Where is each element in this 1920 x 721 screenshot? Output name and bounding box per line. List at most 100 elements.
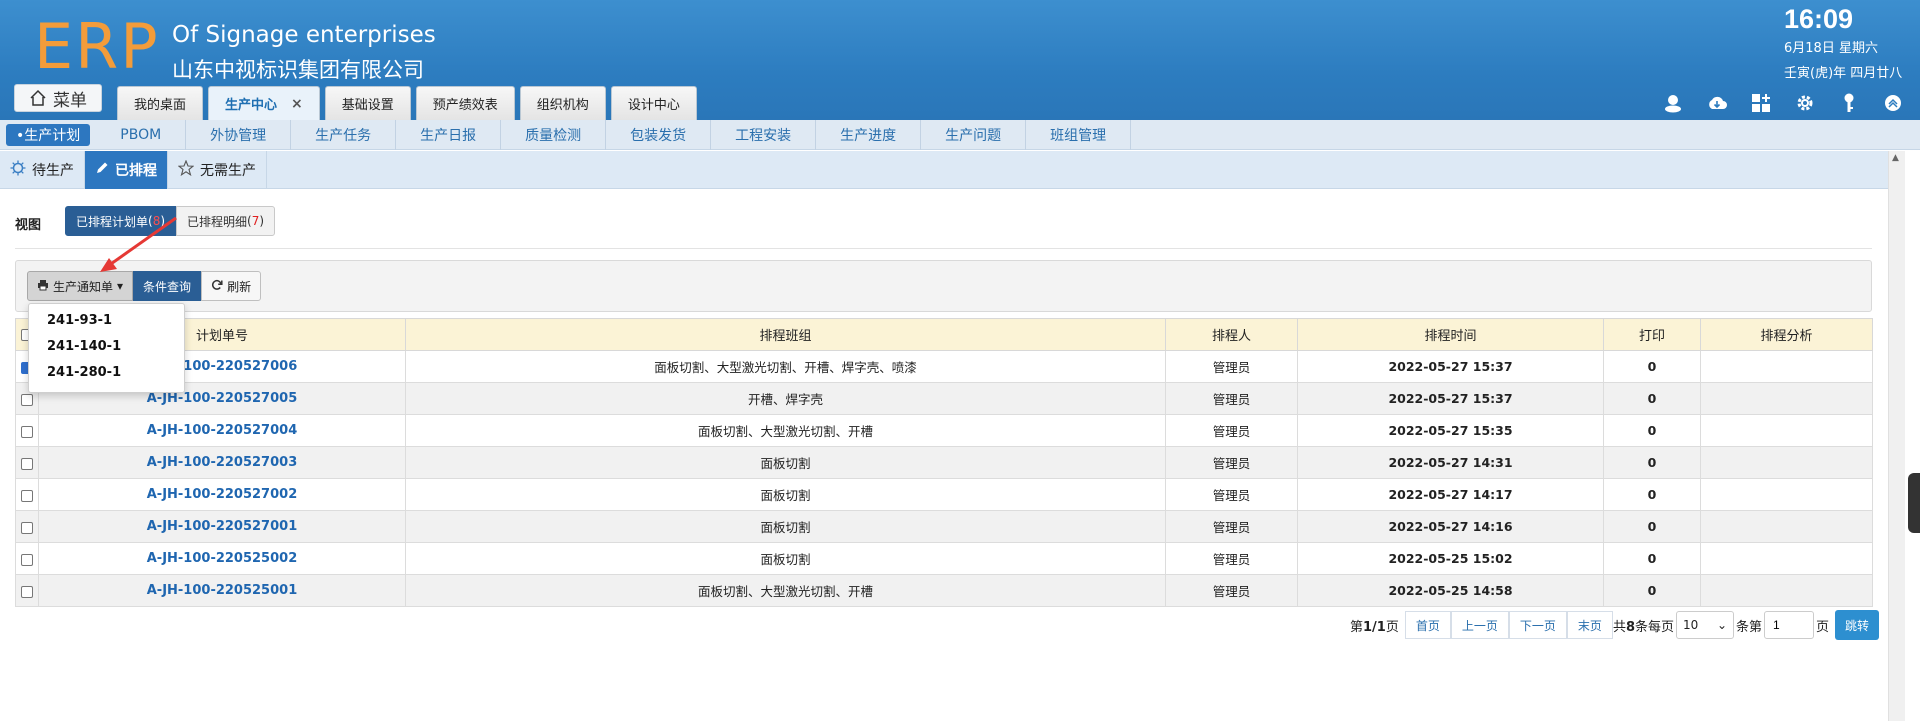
subnav-installation[interactable]: 工程安装 [711, 119, 817, 150]
tab-basic-settings[interactable]: 基础设置 [324, 86, 411, 120]
page-size-select[interactable]: 10 ⌄ [1676, 611, 1735, 639]
company-name-cn: 山东中视标识集团有限公司 [172, 58, 424, 82]
dropdown-item[interactable]: 241-280-1 [29, 360, 184, 386]
button-label: 生产通知单 [53, 279, 114, 294]
analysis-cell [1700, 510, 1873, 543]
side-drawer-handle[interactable] [1908, 473, 1920, 533]
key-icon[interactable] [1838, 92, 1860, 114]
tab-label: 生产中心 [225, 98, 278, 113]
close-icon[interactable]: × [291, 96, 303, 112]
plan-number-link[interactable]: A-JH-100-220525001 [38, 574, 406, 607]
subnav-outsourcing[interactable]: 外协管理 [186, 119, 292, 150]
plan-number-link[interactable]: A-JH-100-220527001 [38, 510, 406, 543]
row-select-cell[interactable] [15, 478, 39, 511]
goto-page-input[interactable] [1764, 611, 1815, 639]
subnav-progress[interactable]: 生产进度 [816, 119, 922, 150]
gear-icon[interactable] [1794, 92, 1816, 114]
scheduler-cell: 管理员 [1165, 382, 1298, 415]
table-row[interactable]: A-JH-100-220525002 面板切割 管理员 2022-05-25 1… [15, 542, 1873, 575]
cloud-icon[interactable] [1706, 92, 1728, 114]
subnav-team-management[interactable]: 班组管理 [1026, 119, 1132, 150]
print-count-cell: 0 [1603, 574, 1701, 607]
last-page-button[interactable]: 末页 [1566, 611, 1613, 639]
grid-add-icon[interactable] [1750, 92, 1772, 114]
table-row[interactable]: A-JH-100-220527006 面板切割、大型激光切割、开槽、焊字壳、喷漆… [15, 350, 1873, 383]
row-select-cell[interactable] [15, 414, 39, 447]
refresh-button[interactable]: 刷新 [201, 271, 262, 301]
tab-production-center[interactable]: 生产中心 × [208, 86, 320, 120]
subnav-packing-shipping[interactable]: 包装发货 [606, 119, 712, 150]
tab-no-production-needed[interactable]: 无需生产 [168, 151, 267, 189]
subnav-pbom[interactable]: PBOM [96, 119, 187, 150]
schedule-time-cell: 2022-05-27 15:35 [1297, 414, 1604, 447]
tab-organization[interactable]: 组织机构 [519, 86, 606, 120]
table-row[interactable]: A-JH-100-220527001 面板切割 管理员 2022-05-27 1… [15, 510, 1873, 543]
scroll-up-arrow[interactable]: ▲ [1892, 153, 1899, 163]
pencil-icon [95, 161, 109, 179]
dropdown-item[interactable]: 241-93-1 [29, 308, 184, 334]
schedule-time-cell: 2022-05-27 14:17 [1297, 478, 1604, 511]
row-checkbox[interactable] [21, 425, 33, 438]
view-toggle-group: 已排程计划单(8) 已排程明细(7) [65, 206, 276, 236]
view-scheduled-details-button[interactable]: 已排程明细(7) [176, 206, 276, 236]
schedule-time-cell: 2022-05-25 15:02 [1297, 542, 1604, 575]
main-menu-button[interactable]: 菜单 [14, 84, 102, 112]
dropdown-item[interactable]: 241-140-1 [29, 334, 184, 360]
analysis-cell [1700, 382, 1873, 415]
column-header[interactable]: 排程班组 [405, 318, 1166, 351]
row-checkbox[interactable] [21, 521, 33, 534]
plan-number-link[interactable]: A-JH-100-220527002 [38, 478, 406, 511]
subnav-production-task[interactable]: 生产任务 [291, 119, 397, 150]
column-header[interactable]: 排程时间 [1297, 318, 1604, 351]
row-checkbox[interactable] [21, 585, 33, 598]
tab-pending-production[interactable]: 待生产 [0, 151, 85, 189]
row-checkbox[interactable] [21, 393, 33, 406]
tab-design-center[interactable]: 设计中心 [610, 86, 697, 120]
row-checkbox[interactable] [21, 553, 33, 566]
schedule-table: 计划单号 排程班组 排程人 排程时间 打印 排程分析 A-JH-100-2205… [15, 318, 1873, 607]
subnav-quality-check[interactable]: 质量检测 [501, 119, 607, 150]
row-select-cell[interactable] [15, 446, 39, 479]
schedule-team-cell: 面板切割 [405, 478, 1166, 511]
row-checkbox[interactable] [21, 457, 33, 470]
module-subnav: •生产计划 PBOM 外协管理 生产任务 生产日报 质量检测 包装发货 工程安装… [0, 119, 1920, 150]
row-select-cell[interactable] [15, 542, 39, 575]
goto-page-button[interactable]: 跳转 [1835, 610, 1880, 640]
count-badge: 7 [251, 214, 260, 228]
row-select-cell[interactable] [15, 574, 39, 607]
condition-query-button[interactable]: 条件查询 [133, 271, 202, 301]
tab-performance[interactable]: 预产绩效表 [415, 86, 515, 120]
row-checkbox[interactable] [21, 489, 33, 502]
user-icon[interactable] [1662, 92, 1684, 114]
subnav-daily-report[interactable]: 生产日报 [396, 119, 502, 150]
subnav-issues[interactable]: 生产问题 [921, 119, 1027, 150]
column-header[interactable]: 排程分析 [1700, 318, 1873, 351]
first-page-button[interactable]: 首页 [1404, 611, 1451, 639]
tab-scheduled[interactable]: 已排程 [85, 151, 168, 189]
row-select-cell[interactable] [15, 510, 39, 543]
next-page-button[interactable]: 下一页 [1508, 611, 1567, 639]
column-header[interactable]: 排程人 [1165, 318, 1298, 351]
scheduler-cell: 管理员 [1165, 510, 1298, 543]
table-row[interactable]: A-JH-100-220525001 面板切割、大型激光切割、开槽 管理员 20… [15, 574, 1873, 607]
plan-number-link[interactable]: A-JH-100-220527003 [38, 446, 406, 479]
collapse-icon[interactable] [1882, 92, 1904, 114]
table-row[interactable]: A-JH-100-220527004 面板切割、大型激光切割、开槽 管理员 20… [15, 414, 1873, 447]
prev-page-button[interactable]: 上一页 [1450, 611, 1509, 639]
column-header[interactable]: 打印 [1603, 318, 1701, 351]
table-row[interactable]: A-JH-100-220527005 开槽、焊字壳 管理员 2022-05-27… [15, 382, 1873, 415]
page-number: 1/1 [1363, 619, 1386, 635]
schedule-time-cell: 2022-05-27 15:37 [1297, 350, 1604, 383]
clock-date: 6月18日 星期六 [1784, 41, 1878, 56]
scheduler-cell: 管理员 [1165, 446, 1298, 479]
view-scheduled-plans-button[interactable]: 已排程计划单(8) [65, 206, 177, 236]
vertical-scrollbar[interactable]: ▲ [1888, 151, 1905, 721]
subnav-production-plan[interactable]: •生产计划 [6, 123, 91, 146]
plan-number-link[interactable]: A-JH-100-220525002 [38, 542, 406, 575]
caret-down-icon: ▾ [117, 279, 124, 293]
production-notice-dropdown-button[interactable]: 生产通知单 ▾ [27, 271, 134, 301]
plan-number-link[interactable]: A-JH-100-220527004 [38, 414, 406, 447]
table-row[interactable]: A-JH-100-220527003 面板切割 管理员 2022-05-27 1… [15, 446, 1873, 479]
tab-my-desktop[interactable]: 我的桌面 [117, 86, 204, 120]
table-row[interactable]: A-JH-100-220527002 面板切割 管理员 2022-05-27 1… [15, 478, 1873, 511]
